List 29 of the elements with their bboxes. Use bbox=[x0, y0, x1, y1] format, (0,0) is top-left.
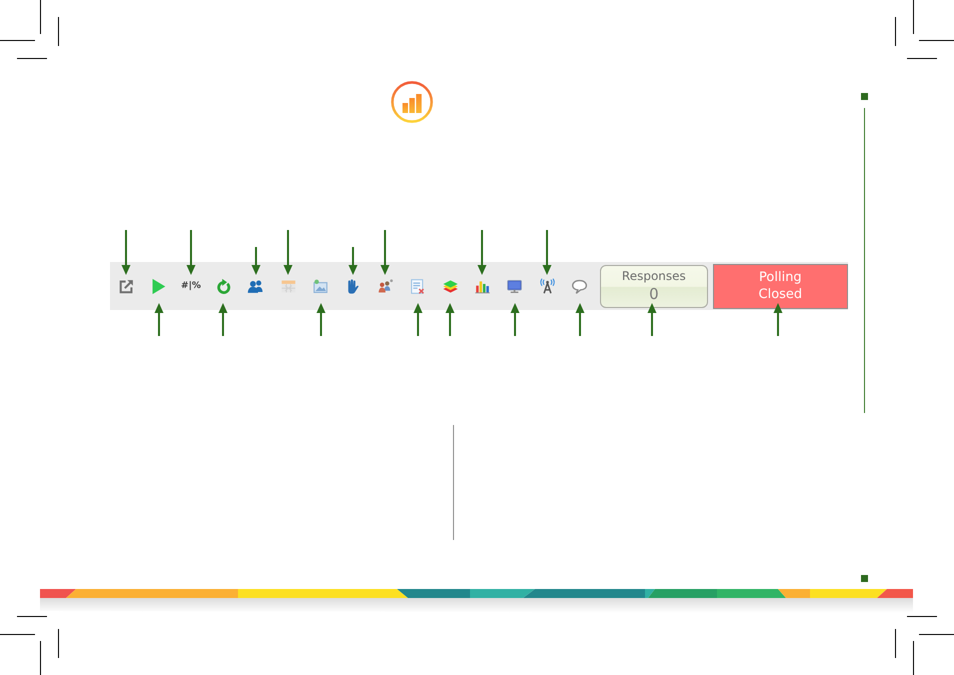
crop-mark bbox=[0, 0, 60, 60]
antenna-button[interactable] bbox=[538, 277, 556, 295]
crop-mark bbox=[894, 615, 954, 675]
play-icon bbox=[150, 278, 168, 294]
square-marker-icon bbox=[861, 575, 868, 582]
group-icon bbox=[376, 278, 394, 294]
picture-button[interactable] bbox=[312, 277, 330, 295]
export-icon bbox=[118, 278, 135, 294]
group-button[interactable] bbox=[376, 277, 394, 295]
layers-icon bbox=[442, 278, 459, 294]
number-format-button[interactable]: #|% bbox=[181, 277, 201, 295]
crop-mark bbox=[894, 0, 954, 60]
antenna-icon bbox=[538, 278, 556, 294]
clear-list-button[interactable] bbox=[408, 277, 427, 295]
speech-bubble-button[interactable] bbox=[570, 277, 589, 295]
export-button[interactable] bbox=[117, 277, 136, 295]
square-marker-icon bbox=[861, 93, 868, 100]
table-icon bbox=[280, 278, 297, 294]
list-delete-icon bbox=[409, 278, 426, 294]
bar-chart-logo-icon bbox=[391, 81, 433, 123]
people-icon bbox=[247, 278, 264, 294]
speech-bubble-icon bbox=[571, 278, 588, 294]
responses-count: 0 bbox=[649, 286, 659, 303]
picture-icon bbox=[312, 278, 330, 294]
monitor-icon bbox=[506, 278, 524, 294]
responses-label: Responses bbox=[622, 269, 686, 284]
refresh-icon bbox=[214, 278, 232, 294]
monitor-button[interactable] bbox=[506, 277, 524, 295]
crop-mark bbox=[0, 615, 60, 675]
